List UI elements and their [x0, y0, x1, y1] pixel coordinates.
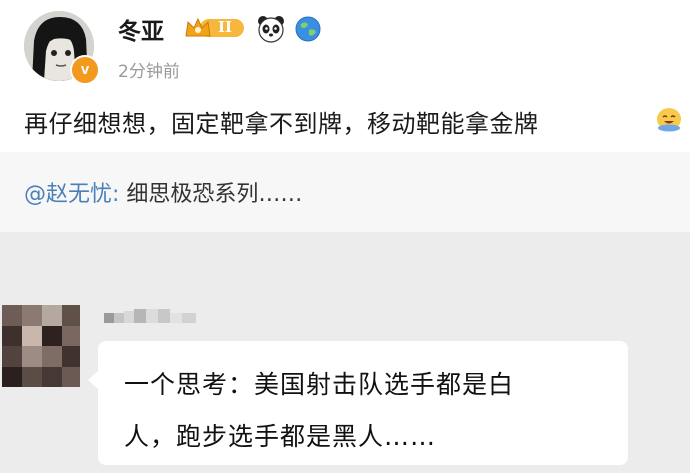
post-text: 再仔细想想，固定靶拿不到牌，移动靶能拿金牌 — [24, 110, 539, 138]
repost-text: @赵无忧: 细思极恐系列…… — [24, 176, 302, 208]
post-timestamp: 2分钟前 — [118, 62, 180, 82]
chat-message-line-1: 一个思考：美国射击队选手都是白 — [124, 370, 515, 399]
chat-avatar-pixelated — [2, 305, 80, 387]
user-mention-link[interactable]: @赵无忧 — [24, 182, 112, 207]
vip-level-label: II — [218, 18, 233, 36]
grinning-face-icon — [655, 106, 683, 132]
chat-message-line-2: 人，跑步选手都是黑人…… — [124, 422, 437, 451]
crown-vip-icon[interactable]: II — [184, 16, 246, 40]
panda-icon — [256, 13, 286, 43]
globe-icon — [295, 16, 321, 42]
verified-badge-icon: v — [70, 55, 100, 85]
chat-username-pixelated — [104, 305, 204, 331]
username[interactable]: 冬亚 — [118, 12, 164, 46]
repost-content: 细思极恐系列…… — [119, 182, 303, 207]
